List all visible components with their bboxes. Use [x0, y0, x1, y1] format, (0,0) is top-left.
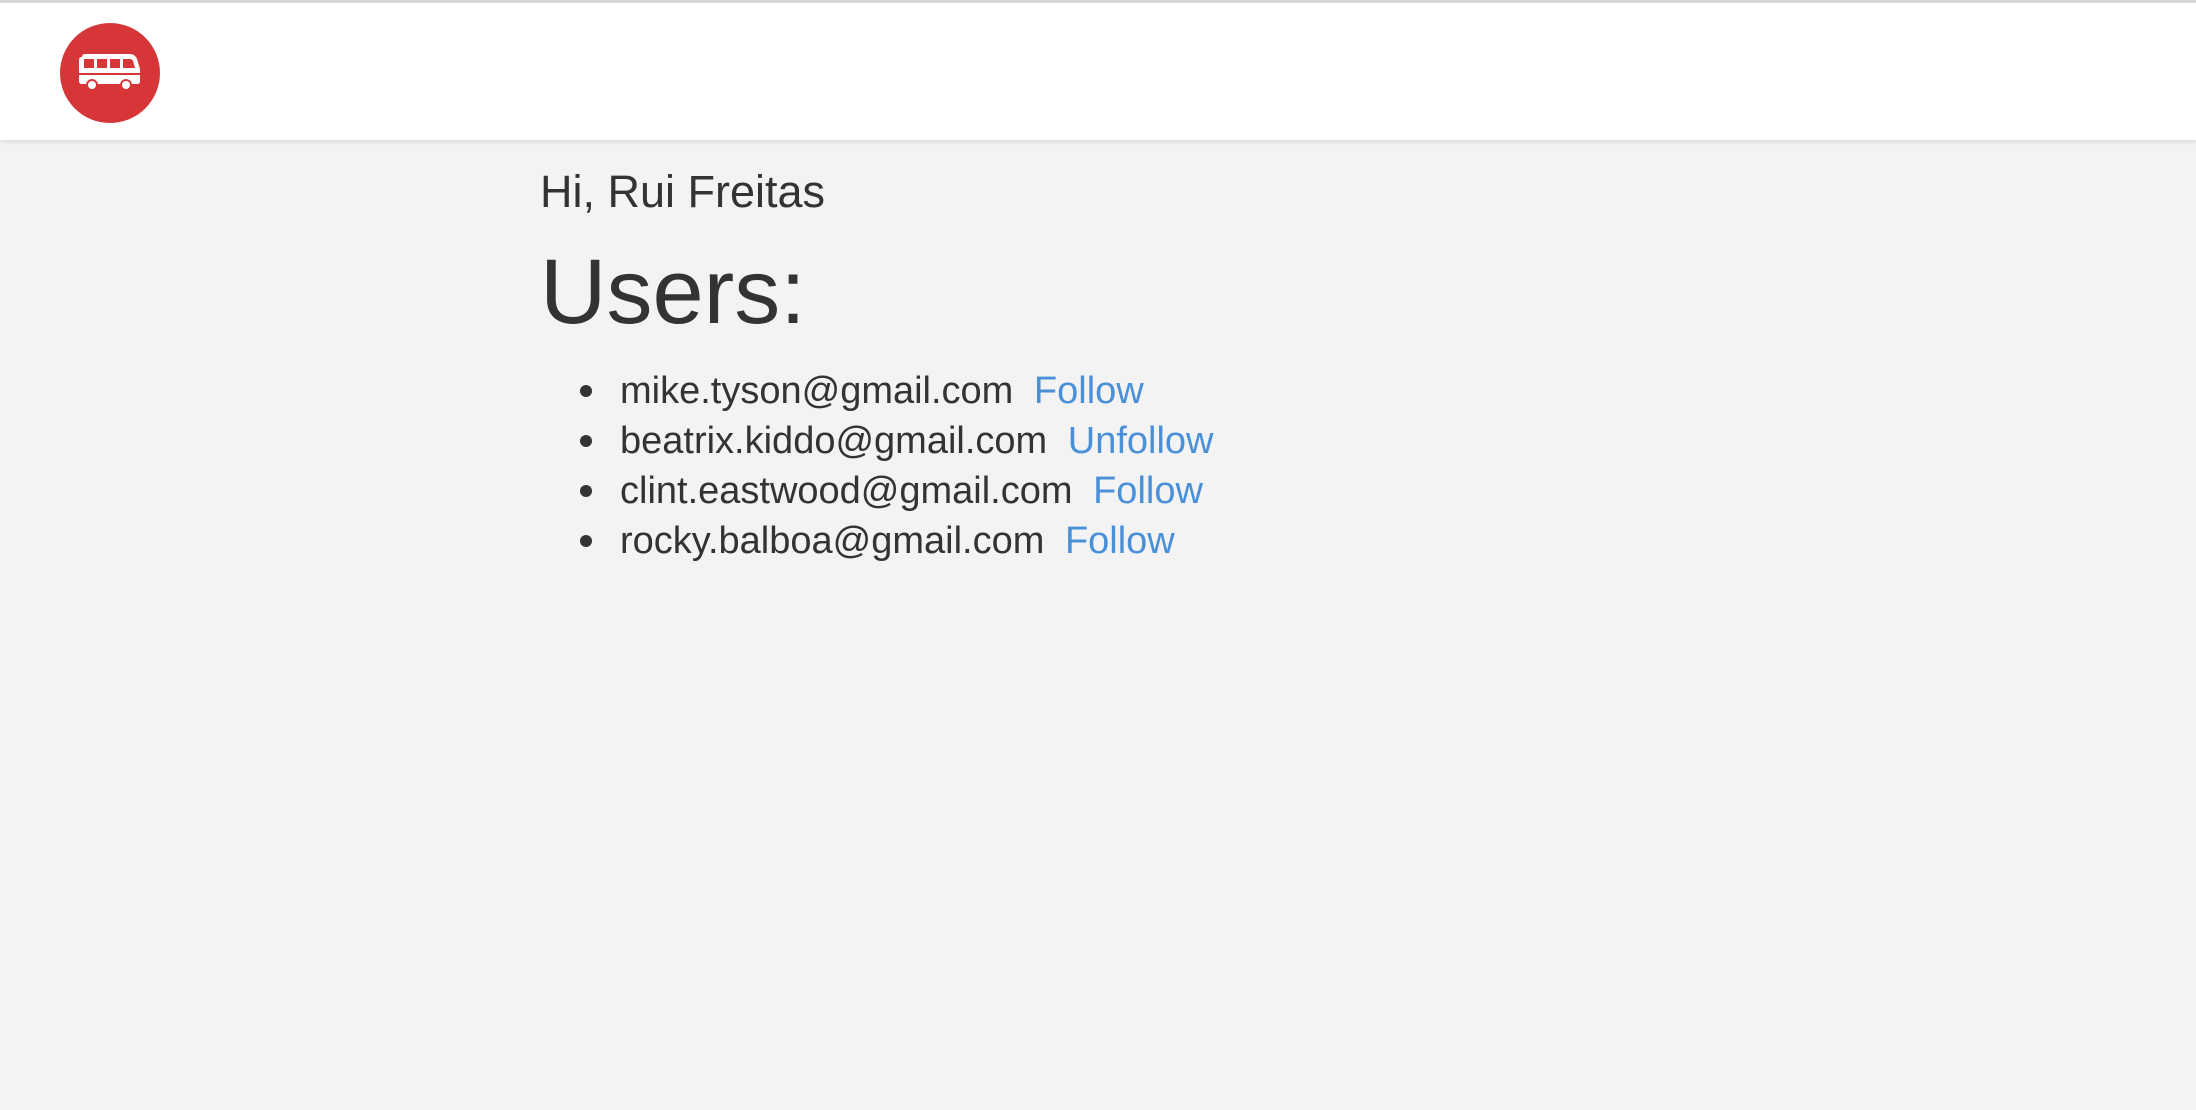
list-item: beatrix.kiddo@gmail.com Unfollow [580, 416, 1740, 466]
unfollow-link[interactable]: Unfollow [1068, 420, 1214, 462]
user-email: mike.tyson@gmail.com [620, 370, 1014, 412]
list-item: clint.eastwood@gmail.com Follow [580, 466, 1740, 516]
list-item: rocky.balboa@gmail.com Follow [580, 516, 1740, 566]
user-email: clint.eastwood@gmail.com [620, 470, 1073, 512]
follow-link[interactable]: Follow [1034, 370, 1144, 412]
follow-link[interactable]: Follow [1065, 520, 1175, 562]
bullet-icon [580, 385, 592, 397]
logo[interactable] [60, 23, 160, 123]
bullet-icon [580, 535, 592, 547]
bullet-icon [580, 485, 592, 497]
users-heading: Users: [540, 241, 806, 343]
greeting: Hi, Rui Freitas [540, 166, 826, 217]
follow-link[interactable]: Follow [1093, 470, 1203, 512]
user-email: rocky.balboa@gmail.com [620, 520, 1045, 562]
main-content: Hi, Rui Freitas Users: mike.tyson@gmail.… [540, 160, 1740, 566]
top-bar [0, 0, 2196, 140]
bus-icon [79, 54, 140, 91]
user-list: mike.tyson@gmail.com Follow beatrix.kidd… [540, 366, 1740, 566]
list-item: mike.tyson@gmail.com Follow [580, 366, 1740, 416]
user-email: beatrix.kiddo@gmail.com [620, 420, 1048, 462]
bullet-icon [580, 435, 592, 447]
